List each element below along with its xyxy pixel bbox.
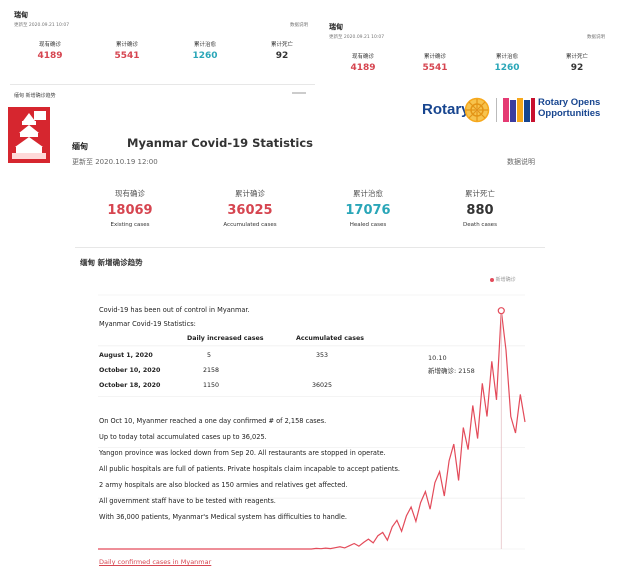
- main-stats-row: 现有确诊 18069 Existing cases 累计确诊 36025 Acc…: [80, 188, 540, 236]
- stat-value: 92: [570, 63, 584, 73]
- tooltip-label: 新增确诊: [428, 367, 454, 375]
- rotary-divider: [496, 98, 497, 122]
- notes-para-4: All public hospitals are full of patient…: [99, 465, 401, 473]
- card-updated: 更新至 2020.09.21 10:07: [14, 23, 70, 28]
- table-row-1-acc: 353: [316, 352, 329, 359]
- main-divider: [75, 247, 545, 248]
- stat-value: 4189: [350, 63, 376, 73]
- notes-para-2: Up to today total accumulated cases up t…: [99, 433, 267, 441]
- stat-label: 累计死亡: [270, 42, 293, 48]
- notes-line-1: Covid-19 has been out of control in Myan…: [99, 306, 250, 314]
- stat-label: 累计确诊: [115, 42, 138, 48]
- main-stat-accumulated: 累计确诊 36025 Accumulated cases: [200, 188, 300, 228]
- top-right-card: 瑞甸 更新至 2020.09.21 10:07 数据说明 现有确诊 4189 累…: [325, 20, 615, 90]
- stat-label: 累计确诊: [235, 189, 265, 198]
- notes-line-2: Myanmar Covid-19 Statistics:: [99, 320, 196, 328]
- stat-healed: 累计治愈 1260: [477, 52, 537, 73]
- rotary-wordmark: Rotary: [422, 101, 470, 118]
- stat-label: 累计治愈: [193, 42, 216, 48]
- stat-value: 1260: [494, 63, 520, 73]
- trend-menu-icon[interactable]: [292, 92, 306, 94]
- table-header-acc: Accumulated cases: [296, 335, 365, 342]
- highlight-point[interactable]: [497, 307, 505, 315]
- stat-existing: 现有确诊 4189: [333, 52, 393, 73]
- notes-para-7: With 36,000 patients, Myanmar's Medical …: [99, 513, 348, 521]
- stat-english-label: Healed cases: [349, 222, 387, 228]
- card-title: 瑞甸: [329, 23, 343, 31]
- stat-accumulated: 累计确诊 5541: [97, 40, 157, 61]
- trend-title: 缅甸 新增确诊趋势: [14, 93, 56, 99]
- table-row-1-daily: 5: [207, 352, 212, 359]
- card-updated: 更新至 2020.09.21 10:07: [329, 35, 385, 40]
- stat-label: 现有确诊: [38, 42, 61, 48]
- stat-deaths: 累计死亡 92: [252, 40, 312, 61]
- opportunities-icon: [503, 98, 535, 122]
- main-country: 缅甸: [72, 142, 88, 151]
- card-title: 瑞甸: [14, 11, 28, 19]
- trend-title: 缅甸 新增确诊趋势: [80, 258, 143, 267]
- stat-healed: 累计治愈 1260: [175, 40, 235, 61]
- table-row-3-acc: 36025: [312, 382, 333, 389]
- stat-value: 92: [275, 51, 289, 61]
- table-row-2-date: October 10, 2020: [99, 367, 161, 374]
- rotary-slogan: Rotary Opens Opportunities: [538, 97, 600, 119]
- main-stat-existing: 现有确诊 18069 Existing cases: [80, 188, 180, 228]
- chart-caption: Daily confirmed cases in Myanmar: [99, 558, 212, 566]
- legend-dot-icon: [490, 277, 494, 282]
- main-title: Myanmar Covid-19 Statistics: [127, 136, 314, 150]
- legend-label: 新增确诊: [495, 277, 516, 283]
- data-explain-link[interactable]: 数据说明: [587, 34, 605, 40]
- notes-para-5: 2 army hospitals are also blocked as 150…: [99, 481, 348, 489]
- stat-deaths: 累计死亡 92: [547, 52, 607, 73]
- stat-label: 现有确诊: [115, 189, 145, 198]
- table-row-3-date: October 18, 2020: [99, 382, 161, 389]
- stat-value: 5541: [422, 63, 448, 73]
- stat-label: 累计死亡: [565, 54, 588, 60]
- stat-value: 17076: [345, 203, 391, 218]
- stat-value: 880: [466, 203, 494, 218]
- slogan-line-1: Rotary Opens: [538, 97, 601, 108]
- notes-para-6: All government staff have to be tested w…: [99, 497, 276, 505]
- rotary-logo: Rotary Rotary Opens Opportunities: [420, 95, 610, 125]
- top-left-card: 瑞甸 更新至 2020.09.21 10:07 数据说明 现有确诊 4189 累…: [10, 8, 315, 108]
- table-row-2-daily: 2158: [203, 367, 220, 374]
- data-explain-link[interactable]: 数据说明: [290, 22, 308, 28]
- stat-existing: 现有确诊 4189: [20, 40, 80, 61]
- notes-para-1: On Oct 10, Myanmer reached a one day con…: [99, 417, 327, 425]
- pagoda-thumbnail: [8, 107, 50, 163]
- main-updated: 更新至 2020.10.19 12:00: [72, 158, 158, 166]
- stat-label: 累计治愈: [495, 54, 518, 60]
- main-stat-deaths: 累计死亡 880 Death cases: [430, 188, 530, 228]
- stat-value: 1260: [192, 51, 218, 61]
- table-row-1-date: August 1, 2020: [99, 352, 153, 359]
- stat-accumulated: 累计确诊 5541: [405, 52, 465, 73]
- stat-value: 18069: [107, 203, 153, 218]
- stat-value: 5541: [114, 51, 140, 61]
- stat-label: 现有确诊: [351, 54, 374, 60]
- main-data-explain-link[interactable]: 数据说明: [507, 157, 535, 167]
- stat-label: 累计死亡: [465, 189, 495, 198]
- chart-tooltip: 10.10 新增确诊: 2158: [428, 354, 475, 375]
- stat-english-label: Existing cases: [110, 222, 150, 228]
- stat-label: 累计治愈: [353, 189, 383, 198]
- tooltip-value: 2158: [458, 367, 475, 375]
- stat-english-label: Death cases: [463, 222, 497, 228]
- stat-english-label: Accumulated cases: [223, 222, 277, 228]
- stat-label: 累计确诊: [423, 54, 446, 60]
- stat-value: 4189: [37, 51, 63, 61]
- table-header-daily: Daily increased cases: [187, 335, 264, 342]
- table-row-3-daily: 1150: [203, 382, 220, 389]
- slogan-line-2: Opportunities: [538, 108, 601, 119]
- chart-legend[interactable]: 新增确诊: [490, 276, 516, 283]
- main-stat-healed: 累计治愈 17076 Healed cases: [318, 188, 418, 228]
- tooltip-date: 10.10: [428, 354, 447, 362]
- stat-value: 36025: [227, 203, 273, 218]
- divider: [10, 84, 315, 85]
- rotary-wheel-icon: [464, 97, 490, 123]
- notes-para-3: Yangon province was locked down from Sep…: [99, 449, 386, 457]
